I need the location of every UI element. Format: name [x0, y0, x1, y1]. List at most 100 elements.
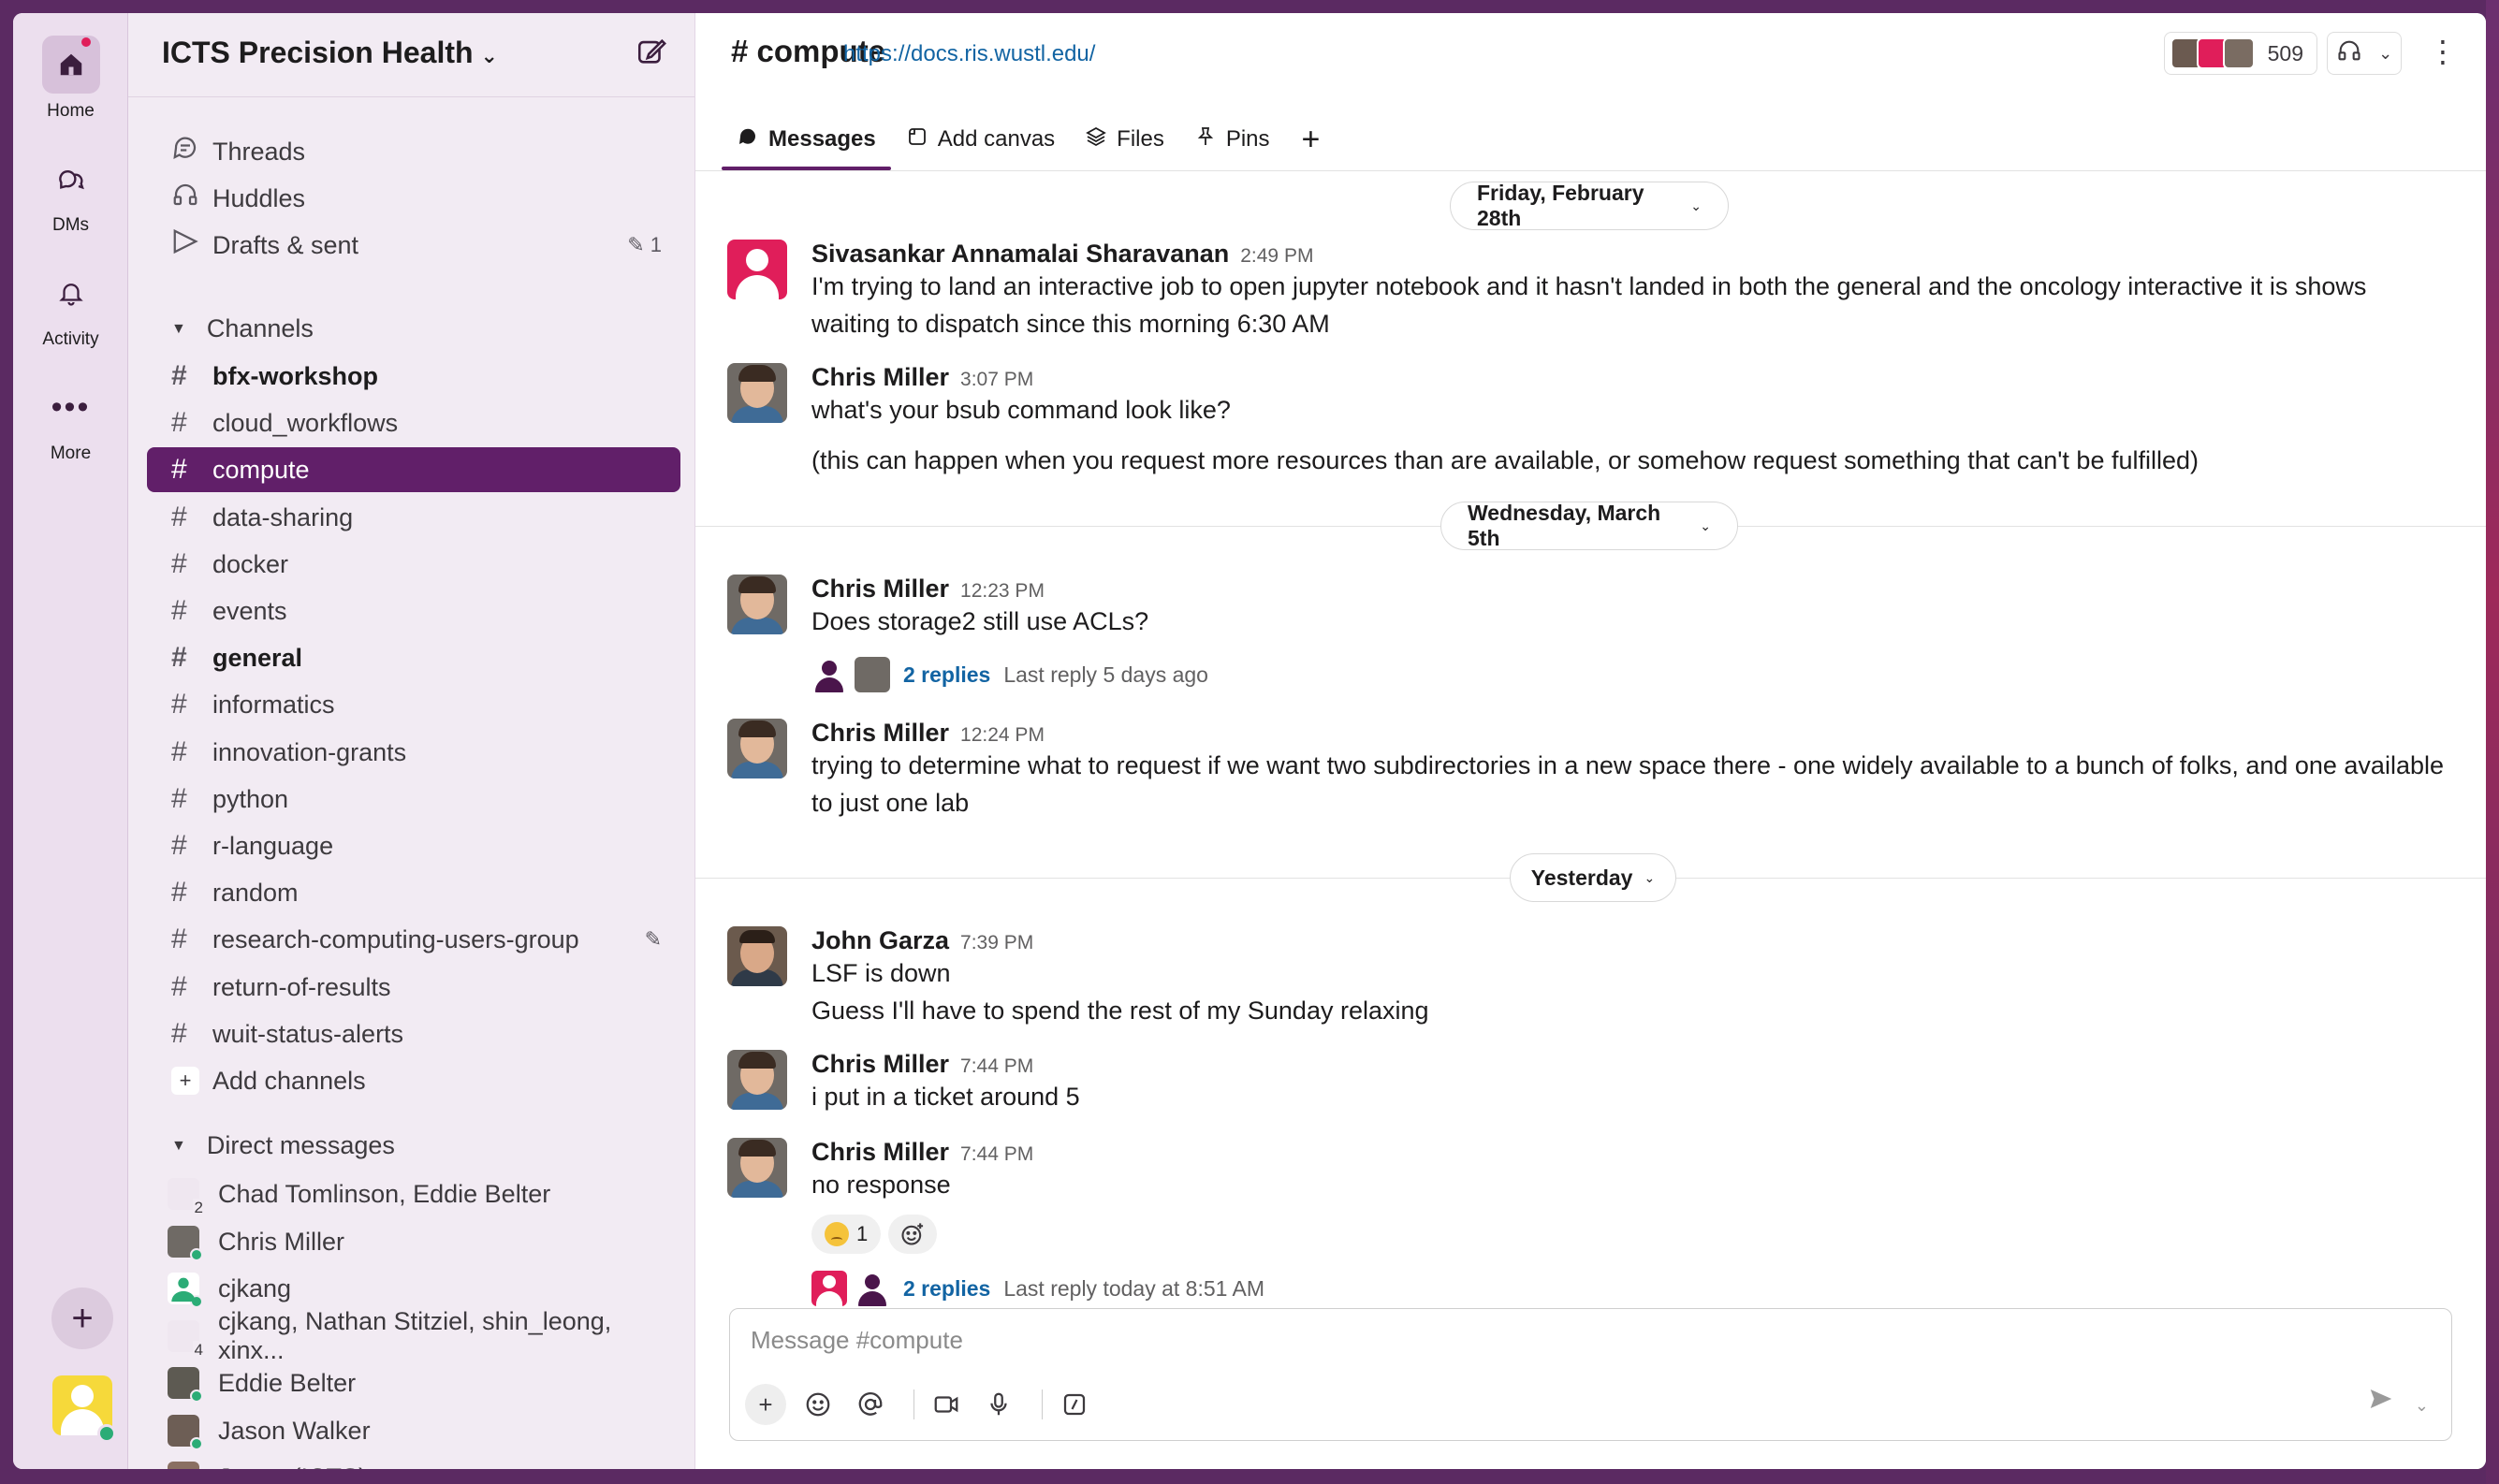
sidebar-channel-random[interactable]: # random	[147, 870, 680, 915]
sidebar-dm-item[interactable]: cjkang	[147, 1266, 680, 1311]
sidebar-channel-wuit-status-alerts[interactable]: # wuit-status-alerts	[147, 1011, 680, 1056]
sidebar-channel-informatics[interactable]: # informatics	[147, 682, 680, 727]
add-emoji-icon	[901, 1223, 924, 1245]
reaction-pill[interactable]: 1	[811, 1215, 882, 1254]
avatar[interactable]	[727, 575, 787, 634]
channels-section-header[interactable]: ▼ Channels	[171, 314, 314, 343]
message-author[interactable]: John Garza 7:39 PM	[811, 926, 1033, 955]
date-divider-button[interactable]: Yesterday ⌄	[1510, 853, 1676, 902]
send-button[interactable]	[2367, 1385, 2395, 1419]
tab-add-canvas[interactable]: Add canvas	[891, 112, 1070, 167]
sidebar-dm-item[interactable]: Eddie Belter	[147, 1360, 680, 1405]
sidebar-channel-compute[interactable]: # compute	[147, 447, 680, 492]
avatar[interactable]	[727, 240, 787, 299]
date-divider-button[interactable]: Friday, February 28th ⌄	[1450, 181, 1729, 230]
mention-button[interactable]	[850, 1384, 891, 1425]
message-list: Friday, February 28th ⌄ Sivasankar Annama…	[695, 172, 2486, 1316]
sidebar-item-drafts[interactable]: Drafts & sent ✎ 1	[147, 223, 680, 268]
channel-tabs: Messages Add canvas Files Pins +	[722, 112, 1337, 170]
video-clip-button[interactable]	[926, 1384, 967, 1425]
avatar[interactable]	[727, 719, 787, 778]
sidebar-dm-item[interactable]: 2 Chad Tomlinson, Eddie Belter	[147, 1171, 680, 1217]
sidebar-channel-events[interactable]: # events	[147, 589, 680, 633]
add-channels-button[interactable]: + Add channels	[147, 1058, 680, 1103]
message-author[interactable]: Chris Miller 3:07 PM	[811, 363, 1033, 392]
rail-dms[interactable]: DMs	[13, 150, 128, 236]
message-input[interactable]	[751, 1326, 2061, 1355]
sidebar-channel-cloud_workflows[interactable]: # cloud_workflows	[147, 400, 680, 445]
add-tab-button[interactable]: +	[1285, 112, 1337, 167]
date-divider-button[interactable]: Wednesday, March 5th ⌄	[1440, 501, 1738, 550]
channel-name: informatics	[212, 690, 335, 719]
sidebar-channel-general[interactable]: # general	[147, 635, 680, 680]
channel-name: return-of-results	[212, 972, 391, 1001]
thread-replies-link[interactable]: 2 replies	[903, 662, 990, 688]
workspace-switcher[interactable]: ICTS Precision Health ⌄	[162, 36, 498, 70]
more-options-icon[interactable]: ⋮	[2428, 34, 2458, 69]
huddle-button[interactable]: ⌄	[2327, 32, 2402, 75]
add-workspace-button[interactable]: +	[51, 1288, 113, 1349]
video-icon	[934, 1396, 958, 1413]
avatar[interactable]	[727, 1138, 787, 1198]
sidebar-channel-research-computing-users-group[interactable]: # research-computing-users-group ✎	[147, 917, 680, 962]
sidebar-channel-innovation-grants[interactable]: # innovation-grants	[147, 730, 680, 775]
message-author[interactable]: Sivasankar Annamalai Sharavanan 2:49 PM	[811, 240, 1313, 269]
message-text: Guess I'll have to spend the rest of my …	[811, 997, 1429, 1025]
attach-plus-button[interactable]: +	[745, 1384, 786, 1425]
sidebar-dm-item[interactable]: Jason Walker	[147, 1408, 680, 1453]
message-composer: +	[729, 1308, 2452, 1441]
channel-topic-link[interactable]: https://docs.ris.wustl.edu/	[843, 41, 1095, 67]
hash-icon: #	[171, 595, 187, 626]
reactions: 1	[811, 1215, 944, 1254]
channel-name: wuit-status-alerts	[212, 1019, 404, 1048]
hash-icon: #	[171, 407, 187, 438]
headphones-icon	[171, 181, 212, 216]
tab-messages[interactable]: Messages	[722, 112, 891, 170]
avatar[interactable]	[727, 363, 787, 423]
channel-name: data-sharing	[212, 502, 354, 531]
thread-summary[interactable]: 2 replies Last reply 5 days ago	[811, 657, 1208, 692]
message-author[interactable]: Chris Miller 12:23 PM	[811, 575, 1045, 604]
presence-dot	[190, 1437, 203, 1450]
tab-pins[interactable]: Pins	[1179, 112, 1285, 167]
hash-icon: #	[171, 360, 187, 391]
emoji-button[interactable]	[797, 1384, 839, 1425]
slash-command-icon	[1063, 1393, 1086, 1416]
rail-activity-label: Activity	[42, 329, 99, 349]
sidebar-dm-item[interactable]: Chris Miller	[147, 1219, 680, 1264]
thread-summary[interactable]: 2 replies Last reply today at 8:51 AM	[811, 1271, 1264, 1306]
shortcuts-button[interactable]	[1054, 1384, 1095, 1425]
compose-icon[interactable]	[633, 36, 670, 73]
sidebar-channel-python[interactable]: # python	[147, 777, 680, 822]
members-button[interactable]: 509	[2163, 32, 2317, 75]
sidebar-dm-item[interactable]: Jenny (ICTS)	[147, 1455, 680, 1469]
tab-files[interactable]: Files	[1070, 112, 1179, 167]
message-author[interactable]: Chris Miller 7:44 PM	[811, 1138, 1033, 1167]
group-count: 2	[192, 1199, 205, 1217]
dm-section-header[interactable]: ▼ Direct messages	[171, 1131, 395, 1160]
sidebar-channel-data-sharing[interactable]: # data-sharing	[147, 495, 680, 540]
add-reaction-button[interactable]	[888, 1215, 938, 1254]
rail-home[interactable]: Home	[13, 36, 128, 122]
sidebar-channel-return-of-results[interactable]: # return-of-results	[147, 965, 680, 1010]
hash-icon: #	[171, 924, 187, 954]
thread-replies-link[interactable]: 2 replies	[903, 1276, 990, 1302]
schedule-send-chevron-icon[interactable]: ⌄	[2415, 1396, 2429, 1416]
sidebar-item-threads[interactable]: Threads	[147, 129, 680, 174]
avatar[interactable]	[727, 1050, 787, 1110]
dm-name: Jenny (ICTS)	[218, 1463, 367, 1470]
hash-icon: #	[171, 502, 187, 532]
sidebar-channel-r-language[interactable]: # r-language	[147, 823, 680, 868]
rail-more[interactable]: ••• More	[13, 378, 128, 464]
avatar[interactable]	[727, 926, 787, 986]
sidebar-channel-bfx-workshop[interactable]: # bfx-workshop	[147, 354, 680, 399]
rail-activity[interactable]: Activity	[13, 264, 128, 350]
message-author[interactable]: Chris Miller 12:24 PM	[811, 719, 1045, 748]
audio-clip-button[interactable]	[978, 1384, 1019, 1425]
sidebar-channel-docker[interactable]: # docker	[147, 542, 680, 587]
sidebar-item-huddles[interactable]: Huddles	[147, 176, 680, 221]
threads-icon	[171, 134, 212, 169]
message-author[interactable]: Chris Miller 7:44 PM	[811, 1050, 1033, 1079]
channel-name: research-computing-users-group	[212, 924, 579, 953]
sidebar-dm-item[interactable]: 4 cjkang, Nathan Stitziel, shin_leong, xi…	[147, 1307, 680, 1364]
